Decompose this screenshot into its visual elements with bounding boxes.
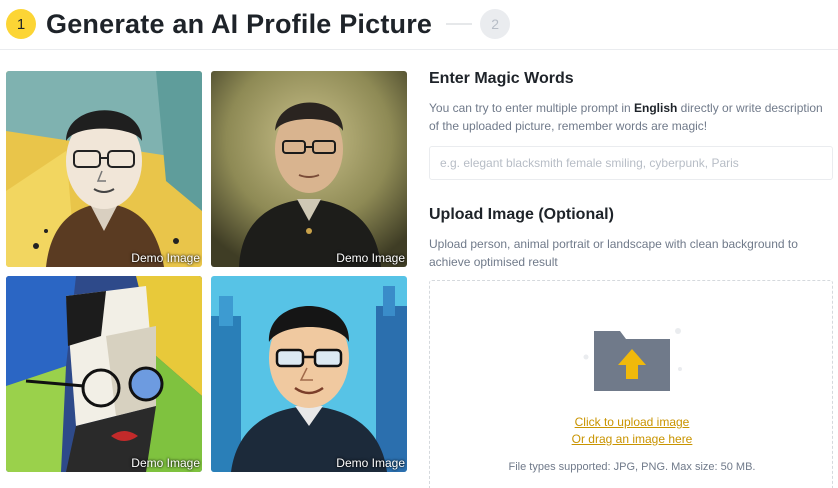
magic-words-description: You can try to enter multiple prompt in … [429,99,833,135]
magic-words-title: Enter Magic Words [429,70,574,87]
header-divider [0,49,838,50]
demo-image-1: Demo Image [6,71,202,267]
prompt-panel: Enter Magic Words You can try to enter m… [429,70,833,271]
prompt-input[interactable] [429,146,833,180]
step-2-indicator: 2 [480,9,511,39]
demo-image-2-art [211,71,407,267]
stepper-header: 1 Generate an AI Profile Picture 2 [6,8,511,40]
demo-image-2: Demo Image [211,71,407,267]
magic-words-description-text: You can try to enter multiple prompt in [429,101,634,115]
step-connector [446,23,473,25]
step-1-indicator: 1 [6,9,36,39]
file-types-note: File types supported: JPG, PNG. Max size… [508,461,756,473]
demo-image-label: Demo Image [336,251,405,265]
drag-image-link[interactable]: Or drag an image here [430,432,834,446]
upload-description: Upload person, animal portrait or landsc… [429,237,798,269]
demo-image-4: Demo Image [211,276,407,472]
page-title: Generate an AI Profile Picture [46,8,433,39]
click-to-upload-link[interactable]: Click to upload image [430,415,834,429]
demo-image-3: Demo Image [6,276,202,472]
magic-words-description-bold: English [634,101,678,115]
demo-image-3-art [6,276,202,472]
folder-upload-icon [583,328,682,391]
demo-image-4-art [211,276,407,472]
demo-image-1-art [6,71,202,267]
demo-image-label: Demo Image [131,251,200,265]
upload-dropzone[interactable]: Click to upload image Or drag an image h… [429,280,833,488]
demo-image-label: Demo Image [336,456,405,470]
upload-title: Upload Image (Optional) [429,206,614,223]
demo-image-label: Demo Image [131,456,200,470]
